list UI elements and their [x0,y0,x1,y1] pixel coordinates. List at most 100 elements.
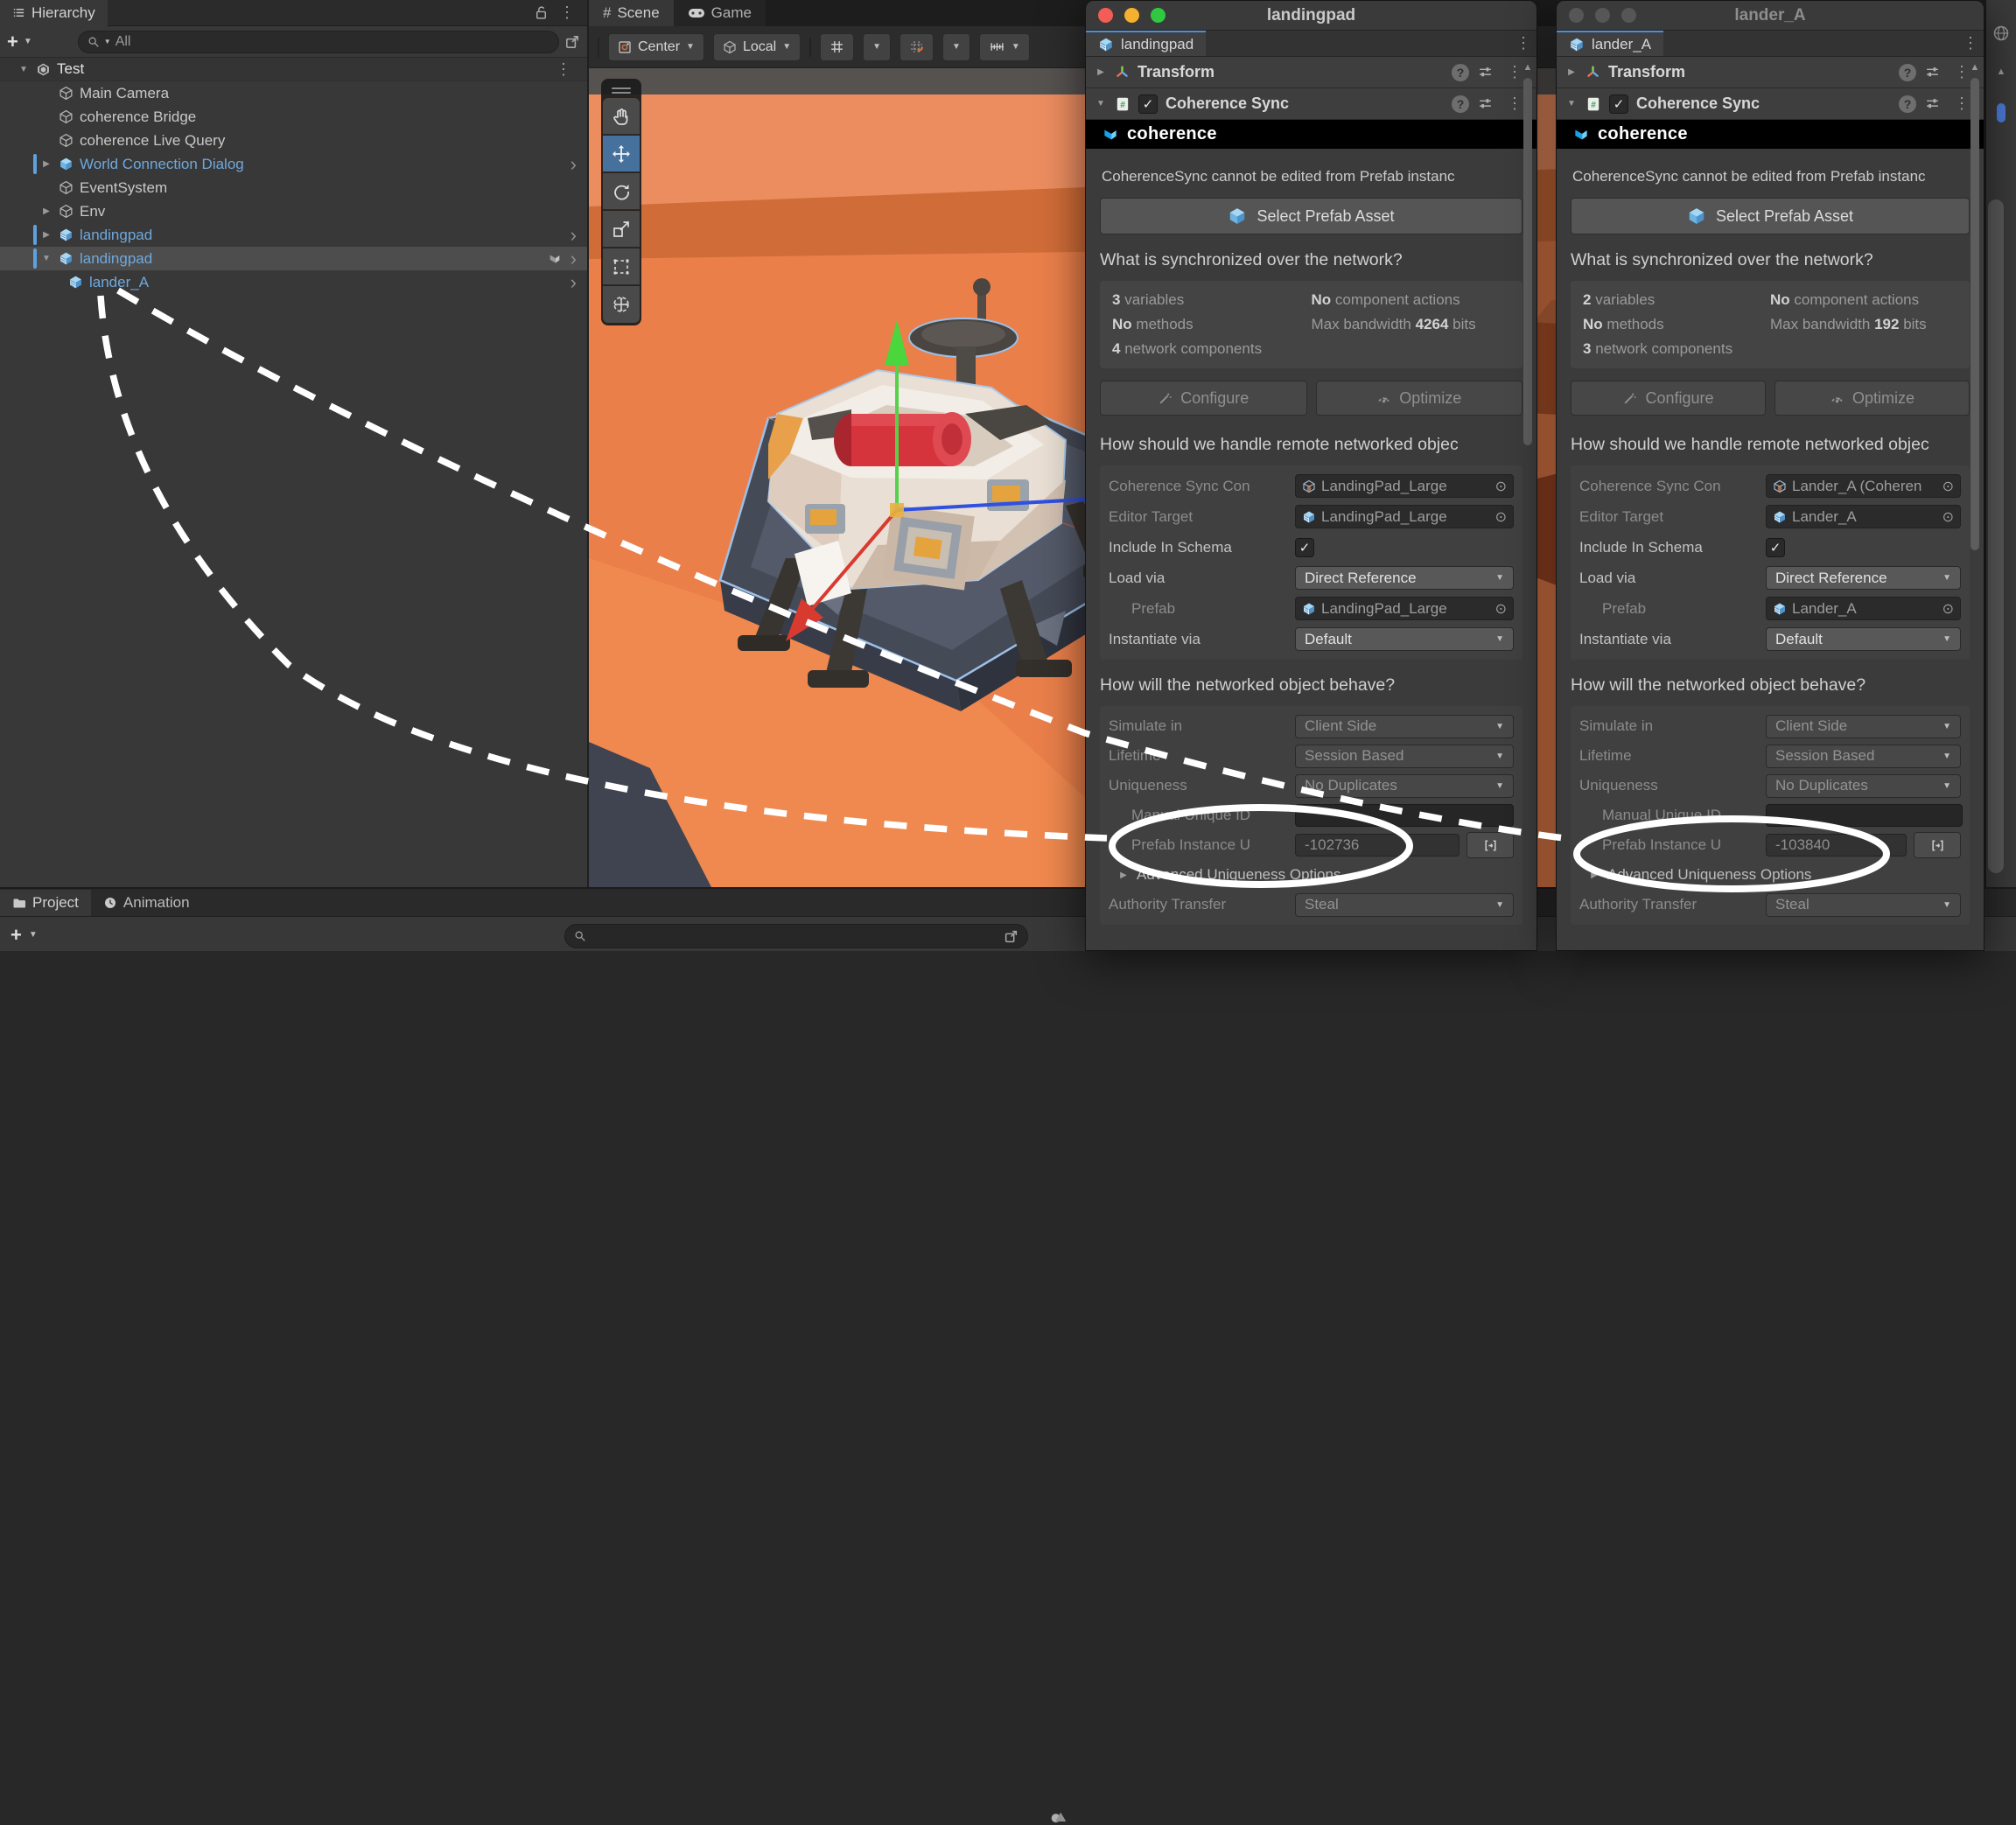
foldout-icon[interactable]: ▼ [1565,99,1578,108]
scroll-up-icon[interactable]: ▲ [1970,62,1980,73]
hierarchy-item-lander-a[interactable]: lander_A › [0,270,587,294]
presets-icon[interactable] [1925,65,1940,80]
hierarchy-item-landingpad-2-selected[interactable]: ▼ landingpad › [0,247,587,270]
prefab-chevron-icon[interactable]: › [570,226,577,245]
help-icon[interactable]: ? [1899,95,1916,113]
select-prefab-asset-button[interactable]: Select Prefab Asset [1100,198,1522,234]
object-picker-icon[interactable]: ⊙ [1942,478,1954,495]
hierarchy-item-coherence-bridge[interactable]: coherence Bridge [0,105,587,129]
scrollbar-thumb[interactable] [1523,78,1532,445]
hierarchy-item-env[interactable]: ▶ Env [0,199,587,223]
hierarchy-search-input[interactable] [116,34,550,50]
popout-icon[interactable] [1004,929,1018,944]
search-filter-caret-icon[interactable]: ▼ [104,38,111,45]
grid-snapping-caret[interactable]: ▼ [942,33,970,61]
hierarchy-item-world-connection-dialog[interactable]: ▶ World Connection Dialog › [0,152,587,176]
instantiate-via-dropdown[interactable]: Default▼ [1295,627,1514,651]
toolbar-handle[interactable] [598,38,599,57]
project-add-button[interactable]: + [10,926,22,945]
foldout-icon[interactable]: ▶ [1565,67,1578,77]
component-enabled-checkbox[interactable]: ✓ [1609,94,1628,114]
transform-tool-button[interactable] [603,286,640,323]
scale-tool-button[interactable] [603,211,640,248]
add-gameobject-caret-icon[interactable]: ▼ [24,37,32,46]
instantiate-via-dropdown[interactable]: Default▼ [1766,627,1961,651]
gizmo-center-handle[interactable] [890,503,904,517]
grid-visibility-button[interactable] [820,33,854,61]
transform-component-header[interactable]: ▶ Transform ? ⋮ [1557,57,1984,88]
orientation-mode-button[interactable]: Local ▼ [713,33,801,61]
presets-icon[interactable] [1478,96,1493,111]
lock-icon[interactable] [534,5,549,20]
prefab-chevron-icon[interactable]: › [570,273,577,292]
tab-hierarchy[interactable]: Hierarchy [0,0,108,26]
move-tool-button[interactable] [603,136,640,172]
minimize-icon[interactable] [1124,8,1139,23]
inspector-scrollbar[interactable]: ▲ [1521,59,1535,950]
hierarchy-item-coherence-live-query[interactable]: coherence Live Query [0,129,587,152]
help-icon[interactable]: ? [1452,64,1469,81]
tab-scene[interactable]: # Scene [589,0,674,26]
presets-icon[interactable] [1925,96,1940,111]
foldout-icon[interactable]: ▶ [40,159,52,169]
rect-tool-button[interactable] [603,248,640,285]
popout-icon[interactable] [564,34,580,50]
close-icon[interactable] [1098,8,1113,23]
select-prefab-asset-button[interactable]: Select Prefab Asset [1571,198,1970,234]
project-search[interactable] [564,924,1028,948]
snap-increment-button[interactable]: ▼ [979,33,1030,61]
object-picker-icon[interactable]: ⊙ [1495,508,1507,526]
foldout-icon[interactable]: ▼ [40,254,52,263]
inspector-menu-icon[interactable]: ⋮ [1957,34,1984,52]
load-via-dropdown[interactable]: Direct Reference▼ [1766,566,1961,590]
foldout-icon[interactable]: ▶ [1095,67,1107,77]
presets-icon[interactable] [1478,65,1493,80]
hierarchy-item-main-camera[interactable]: Main Camera [0,81,587,105]
hierarchy-scene-row[interactable]: ▼ Test ⋮ [0,58,587,81]
object-picker-icon[interactable]: ⊙ [1495,478,1507,495]
foldout-icon[interactable]: ▶ [40,206,52,216]
grid-visibility-caret[interactable]: ▼ [863,33,891,61]
manual-unique-id-input[interactable] [1766,804,1963,827]
regenerate-id-button[interactable] [1914,832,1961,858]
prefab-chevron-icon[interactable]: › [570,249,577,269]
scroll-up-icon[interactable]: ▲ [1523,62,1533,73]
asset-type-filter-icon[interactable] [1050,1809,1068,1825]
background-scrollbar-thumb[interactable] [1988,199,2004,873]
pivot-mode-button[interactable]: Center ▼ [608,33,704,61]
foldout-icon[interactable]: ▶ [1588,871,1600,880]
tab-project[interactable]: Project [0,890,91,916]
tab-game[interactable]: Game [674,0,766,26]
foldout-icon[interactable]: ▶ [1117,871,1130,880]
manual-unique-id-input[interactable] [1295,804,1514,827]
coherence-sync-component-header[interactable]: ▼ ✓ Coherence Sync ? ⋮ [1086,88,1536,120]
foldout-icon[interactable]: ▶ [40,230,52,240]
load-via-dropdown[interactable]: Direct Reference▼ [1295,566,1514,590]
rotate-tool-button[interactable] [603,173,640,210]
hierarchy-search[interactable]: ▼ [78,31,559,53]
hierarchy-menu-icon[interactable]: ⋮ [554,3,580,22]
include-in-schema-checkbox[interactable]: ✓ [1766,538,1785,557]
component-enabled-checkbox[interactable]: ✓ [1138,94,1158,114]
advanced-uniqueness-row[interactable]: ▶ Advanced Uniqueness Options [1579,860,1961,890]
hierarchy-item-eventsystem[interactable]: EventSystem [0,176,587,199]
zoom-icon[interactable] [1151,8,1166,23]
hand-tool-button[interactable] [603,98,640,135]
minimize-icon[interactable] [1595,8,1610,23]
regenerate-id-button[interactable] [1466,832,1514,858]
scrollbar-thumb[interactable] [1970,78,1979,550]
help-icon[interactable]: ? [1899,64,1916,81]
prefab-chevron-icon[interactable]: › [570,155,577,174]
coherence-sync-component-header[interactable]: ▼ ✓ Coherence Sync ? ⋮ [1557,88,1984,120]
inspector-menu-icon[interactable]: ⋮ [1510,34,1536,52]
scroll-up-icon[interactable]: ▲ [1986,66,2016,77]
project-add-caret-icon[interactable]: ▼ [29,930,38,940]
inspector-tab[interactable]: lander_A [1557,31,1663,56]
inspector-tab[interactable]: landingpad [1086,31,1206,56]
hierarchy-item-landingpad-1[interactable]: ▶ landingpad › [0,223,587,247]
foldout-icon[interactable]: ▼ [18,65,30,74]
include-in-schema-checkbox[interactable]: ✓ [1295,538,1314,557]
add-gameobject-button[interactable]: + [7,32,18,52]
window-title-bar[interactable]: landingpad [1086,1,1536,31]
object-picker-icon[interactable]: ⊙ [1942,508,1954,526]
